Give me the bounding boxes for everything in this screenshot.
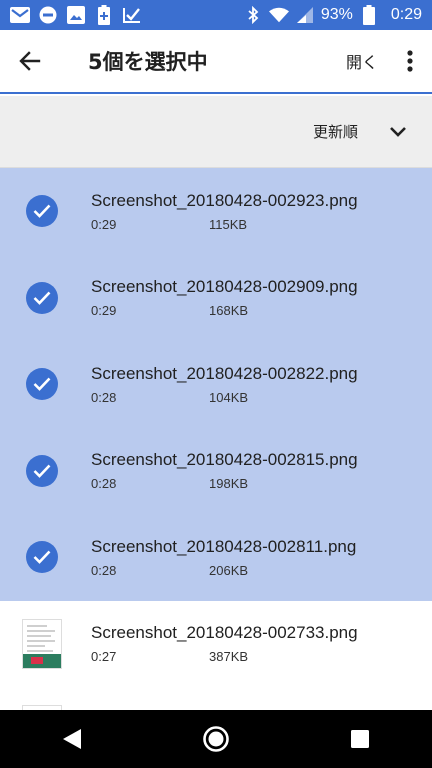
file-size: 115KB xyxy=(209,216,248,232)
file-time: 0:28 xyxy=(91,389,117,405)
file-name: Screenshot_20180428-002815.png xyxy=(91,450,358,470)
sort-dropdown-button[interactable] xyxy=(388,122,408,142)
battery-percent: 93% xyxy=(320,6,353,23)
battery-icon xyxy=(359,5,379,25)
file-size: 206KB xyxy=(209,562,249,578)
more-options-button[interactable] xyxy=(388,29,432,93)
nav-home-button[interactable] xyxy=(186,710,246,768)
check-circle-icon[interactable] xyxy=(26,454,58,487)
sort-bar: 更新順 xyxy=(0,96,432,168)
signal-icon xyxy=(295,5,315,25)
file-size: 104KB xyxy=(209,389,249,405)
check-circle-icon[interactable] xyxy=(26,281,58,314)
file-name: Screenshot_20180428-002811.png xyxy=(91,536,357,556)
check-circle-icon[interactable] xyxy=(26,541,58,574)
wifi-icon xyxy=(268,5,289,25)
check-app-icon xyxy=(122,5,142,25)
nav-recents-button[interactable] xyxy=(330,710,390,768)
nav-back-icon xyxy=(63,729,81,749)
clock: 0:29 xyxy=(390,6,422,23)
file-name: Screenshot_20180428-002733.png xyxy=(91,623,358,643)
nav-recents-icon xyxy=(351,730,369,748)
file-size: 387KB xyxy=(209,649,249,665)
file-row[interactable]: Screenshot_20180428-002909.png 0:29 168KB xyxy=(0,254,432,341)
status-left-icons xyxy=(10,5,142,25)
nav-back-button[interactable] xyxy=(42,710,102,768)
file-row[interactable]: Screenshot_20180428-002822.png 0:28 104KB xyxy=(0,341,432,428)
selection-app-bar: 5個を選択中 開く xyxy=(0,30,432,94)
check-circle-icon[interactable] xyxy=(26,195,58,228)
status-right: 93% 0:29 xyxy=(243,5,422,25)
image-icon xyxy=(66,5,86,25)
file-name: Screenshot_20180428-002923.png xyxy=(91,190,358,210)
file-row[interactable]: Screenshot_20180428-002923.png 0:29 115KB xyxy=(0,168,432,255)
file-time: 0:27 xyxy=(91,649,117,665)
nav-home-icon xyxy=(203,726,229,752)
gmail-icon xyxy=(10,5,30,25)
file-size: 198KB xyxy=(209,476,249,492)
check-circle-icon[interactable] xyxy=(26,368,58,401)
file-time: 0:28 xyxy=(91,562,117,578)
file-thumbnail[interactable] xyxy=(22,618,62,669)
file-row[interactable] xyxy=(0,687,432,710)
open-button[interactable]: 開く xyxy=(336,49,388,73)
file-size: 168KB xyxy=(209,303,249,319)
file-name: Screenshot_20180428-002822.png xyxy=(91,363,358,383)
status-bar: 93% 0:29 xyxy=(0,0,432,30)
back-button[interactable] xyxy=(0,29,60,93)
file-time: 0:29 xyxy=(91,216,117,232)
chevron-down-icon xyxy=(390,126,406,137)
file-list: Screenshot_20180428-002923.png 0:29 115KB… xyxy=(0,168,432,710)
file-row[interactable]: Screenshot_20180428-002811.png 0:28 206KB xyxy=(0,514,432,601)
page-title: 5個を選択中 xyxy=(88,50,208,74)
do-not-disturb-icon xyxy=(38,5,58,25)
file-time: 0:28 xyxy=(91,476,117,492)
file-time: 0:29 xyxy=(91,303,117,319)
system-nav-bar xyxy=(0,710,432,768)
file-name: Screenshot_20180428-002909.png xyxy=(91,277,358,297)
battery-plus-icon xyxy=(94,5,114,25)
sort-label[interactable]: 更新順 xyxy=(313,121,358,142)
file-row[interactable]: Screenshot_20180428-002733.png 0:27 387KB xyxy=(0,601,432,688)
more-vert-icon xyxy=(407,50,413,72)
file-row[interactable]: Screenshot_20180428-002815.png 0:28 198KB xyxy=(0,427,432,514)
bluetooth-icon xyxy=(243,5,263,25)
arrow-back-icon xyxy=(19,51,41,71)
